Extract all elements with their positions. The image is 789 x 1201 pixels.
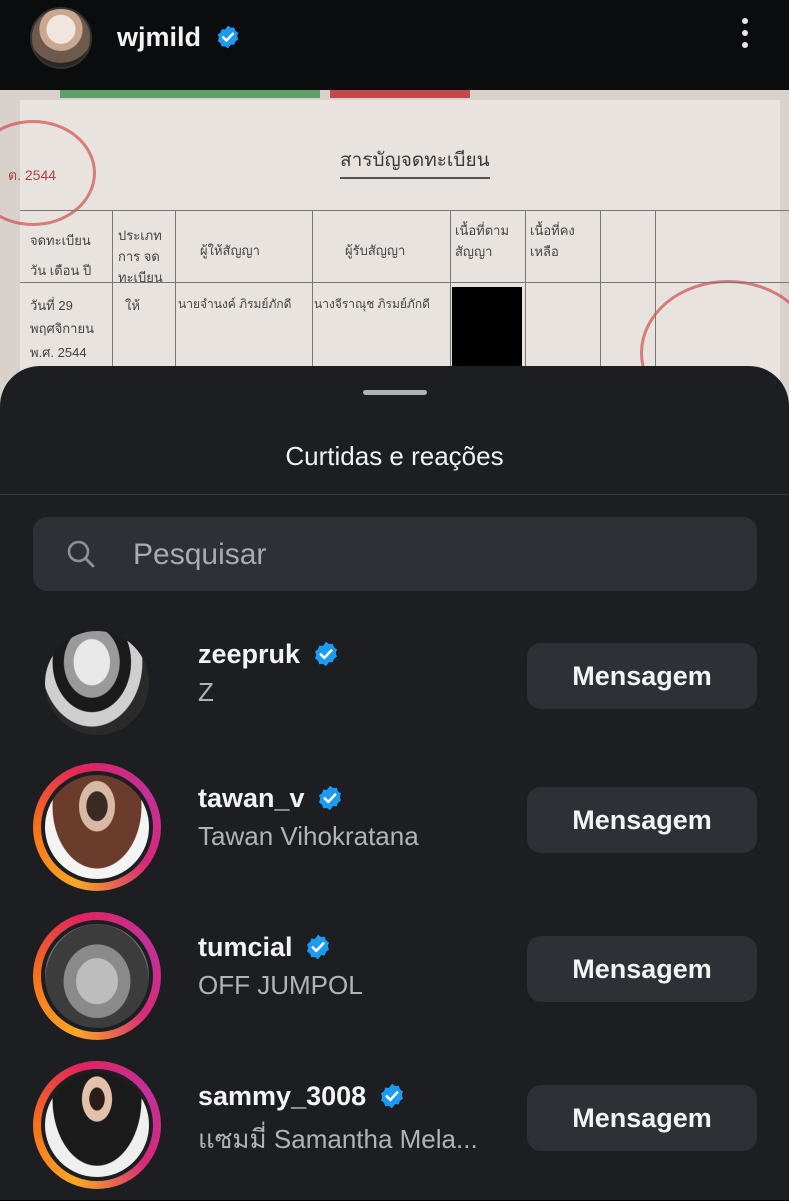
username[interactable]: sammy_3008	[198, 1081, 366, 1111]
verified-badge-icon	[307, 934, 330, 960]
red-edge	[330, 90, 470, 98]
col-header: จดทะเบียน	[30, 233, 91, 248]
profile-username-link[interactable]: wjmild	[117, 22, 241, 53]
col-header: วัน เดือน ปี	[30, 263, 92, 278]
verified-badge-icon	[217, 25, 238, 49]
search-input[interactable]	[131, 517, 735, 593]
verified-badge-icon	[319, 785, 342, 811]
profile-username: wjmild	[117, 22, 202, 52]
avatar-ring	[33, 619, 161, 747]
redaction-box	[452, 287, 522, 377]
message-button[interactable]: Mensagem	[527, 787, 757, 853]
col-header: ประเภท การ จดทะเบียน	[118, 228, 163, 285]
receiver-cell: นางจีราณุช ภิรมย์ภักดี	[314, 297, 430, 311]
col-header: ผู้รับสัญญา	[345, 243, 406, 258]
likes-sheet: Curtidas e reações zeepruk Z Mensagem ta…	[0, 366, 789, 1200]
story-ring	[33, 1061, 161, 1189]
more-vertical-icon[interactable]	[735, 18, 755, 58]
username[interactable]: tawan_v	[198, 783, 305, 813]
date-cell: วันที่ 29	[30, 298, 73, 313]
full-name: OFF JUMPOL	[198, 970, 363, 1000]
drag-handle[interactable]	[363, 390, 427, 395]
full-name: แซมมี่ Samantha Mela...	[198, 1124, 478, 1154]
avatar[interactable]	[41, 771, 153, 883]
message-button[interactable]: Mensagem	[527, 1085, 757, 1151]
type-cell: ให้	[125, 298, 140, 313]
sheet-title: Curtidas e reações	[285, 441, 504, 471]
col-header: เนื้อที่ตาม สัญญา	[455, 223, 510, 259]
stamp-text: ต. 2544	[8, 167, 57, 183]
search-bar[interactable]	[33, 517, 757, 593]
story-ring	[33, 763, 161, 891]
username[interactable]: tumcial	[198, 932, 293, 962]
profile-avatar[interactable]	[30, 7, 92, 69]
username[interactable]: zeepruk	[198, 639, 300, 669]
message-button[interactable]: Mensagem	[527, 643, 757, 709]
date-cell: พฤศจิกายน	[30, 321, 94, 336]
green-edge	[60, 90, 320, 98]
verified-badge-icon	[380, 1083, 403, 1109]
col-header: เนื้อที่คง เหลือ	[530, 223, 575, 259]
like-list-item[interactable]: zeepruk Z Mensagem	[0, 619, 789, 759]
document-title: สารบัญจดทะเบียน	[340, 145, 490, 179]
full-name: Z	[198, 677, 214, 707]
search-icon	[67, 540, 95, 568]
col-header: ผู้ให้สัญญา	[200, 243, 260, 258]
giver-cell: นายจำนงค์ ภิรมย์ภักดี	[178, 297, 292, 311]
full-name: Tawan Vihokratana	[198, 821, 419, 851]
avatar[interactable]	[41, 627, 153, 739]
like-list-item[interactable]: tawan_v Tawan Vihokratana Mensagem	[0, 763, 789, 903]
avatar[interactable]	[41, 1069, 153, 1181]
avatar[interactable]	[41, 920, 153, 1032]
post-header: wjmild	[0, 0, 789, 90]
like-list-item[interactable]: sammy_3008 แซมมี่ Samantha Mela... Mensa…	[0, 1061, 789, 1201]
like-list-item[interactable]: tumcial OFF JUMPOL Mensagem	[0, 912, 789, 1052]
story-ring	[33, 912, 161, 1040]
verified-badge-icon	[314, 641, 337, 667]
date-cell: พ.ศ. 2544	[30, 345, 87, 360]
message-button[interactable]: Mensagem	[527, 936, 757, 1002]
table-line	[20, 210, 789, 211]
divider	[0, 494, 789, 495]
